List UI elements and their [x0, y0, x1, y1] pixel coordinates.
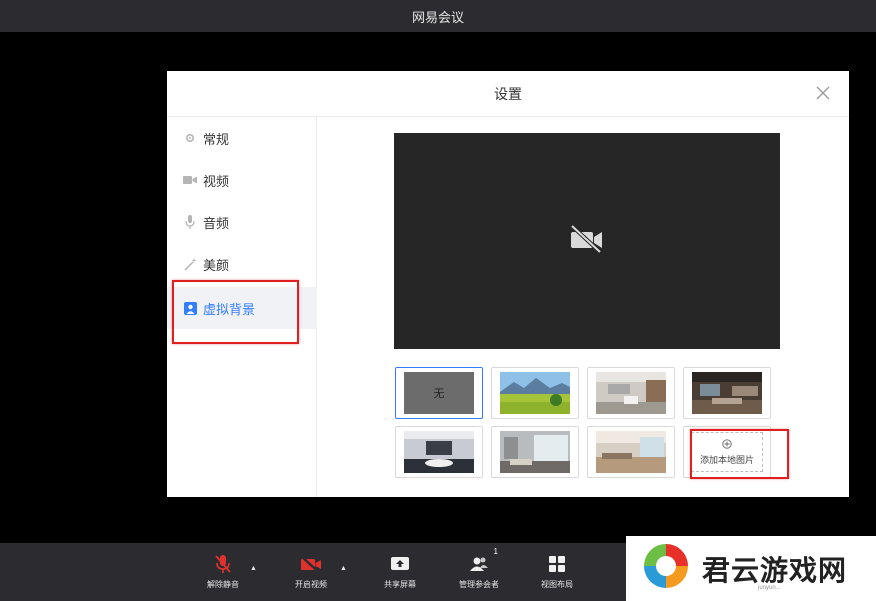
site-watermark: 君云游戏网 junyun...	[626, 536, 876, 601]
sidebar-item-audio[interactable]: 音频	[167, 201, 317, 243]
toolbar-label: 管理参会者	[459, 580, 499, 589]
mountain-landscape-image	[500, 372, 570, 414]
background-option-office-hall[interactable]	[587, 367, 675, 419]
watermark-subtext: junyun...	[758, 585, 781, 591]
office-room-image	[692, 372, 762, 414]
video-off-icon	[300, 553, 322, 575]
window-titlebar: 网易会议	[0, 0, 876, 32]
toolbar-label: 开启视频	[295, 580, 327, 589]
camera-icon	[183, 173, 197, 187]
sidebar-item-general[interactable]: 常规	[167, 117, 317, 159]
sidebar-item-label: 视频	[203, 173, 230, 189]
magic-wand-icon	[183, 257, 197, 271]
gear-icon	[183, 131, 197, 145]
participants-icon: 1	[468, 547, 498, 575]
background-none-preview: 无	[404, 372, 474, 414]
toolbar-label: 解除静音	[207, 580, 239, 589]
background-option-meeting-room[interactable]	[395, 426, 483, 478]
background-option-mountain[interactable]	[491, 367, 579, 419]
sidebar-item-label: 音频	[203, 215, 230, 231]
sidebar-item-label: 美颜	[203, 257, 230, 273]
mic-muted-icon	[212, 553, 234, 575]
close-icon[interactable]	[815, 85, 831, 101]
chevron-up-icon[interactable]: ▲	[250, 565, 257, 572]
start-video-button[interactable]: 开启视频	[276, 553, 346, 597]
video-preview	[394, 133, 780, 349]
background-none-label: 无	[433, 388, 445, 400]
participant-count-badge: 1	[493, 547, 498, 556]
unmute-button[interactable]: 解除静音	[188, 553, 258, 597]
share-screen-button[interactable]: 共享屏幕	[365, 553, 435, 597]
toolbar-label: 共享屏幕	[384, 580, 416, 589]
office-hall-image	[596, 372, 666, 414]
highlight-add-image	[690, 429, 789, 479]
window-title: 网易会议	[411, 9, 464, 25]
microphone-icon	[183, 215, 197, 229]
office-desks-image	[596, 431, 666, 473]
dialog-header: 设置	[167, 71, 849, 117]
sidebar-item-label: 常规	[203, 131, 230, 147]
dialog-title: 设置	[494, 85, 522, 102]
manage-participants-button[interactable]: 1 管理参会者	[444, 547, 514, 597]
background-option-office-window[interactable]	[491, 426, 579, 478]
sidebar-item-video[interactable]: 视频	[167, 159, 317, 201]
view-layout-button[interactable]: 视图布局	[522, 553, 592, 597]
toolbar-label: 视图布局	[541, 580, 573, 589]
background-option-office-desks[interactable]	[587, 426, 675, 478]
watermark-text: 君云游戏网	[702, 553, 848, 587]
background-option-office-room[interactable]	[683, 367, 771, 419]
share-screen-icon	[389, 553, 411, 575]
office-window-image	[500, 431, 570, 473]
grid-layout-icon	[546, 553, 568, 575]
sidebar-item-beauty[interactable]: 美颜	[167, 243, 317, 285]
background-option-none[interactable]: 无	[395, 367, 483, 419]
watermark-logo-icon	[638, 540, 694, 597]
camera-off-icon	[569, 224, 605, 259]
meeting-room-screen-image	[404, 431, 474, 473]
chevron-up-icon[interactable]: ▲	[340, 565, 347, 572]
highlight-virtual-background	[172, 280, 299, 344]
